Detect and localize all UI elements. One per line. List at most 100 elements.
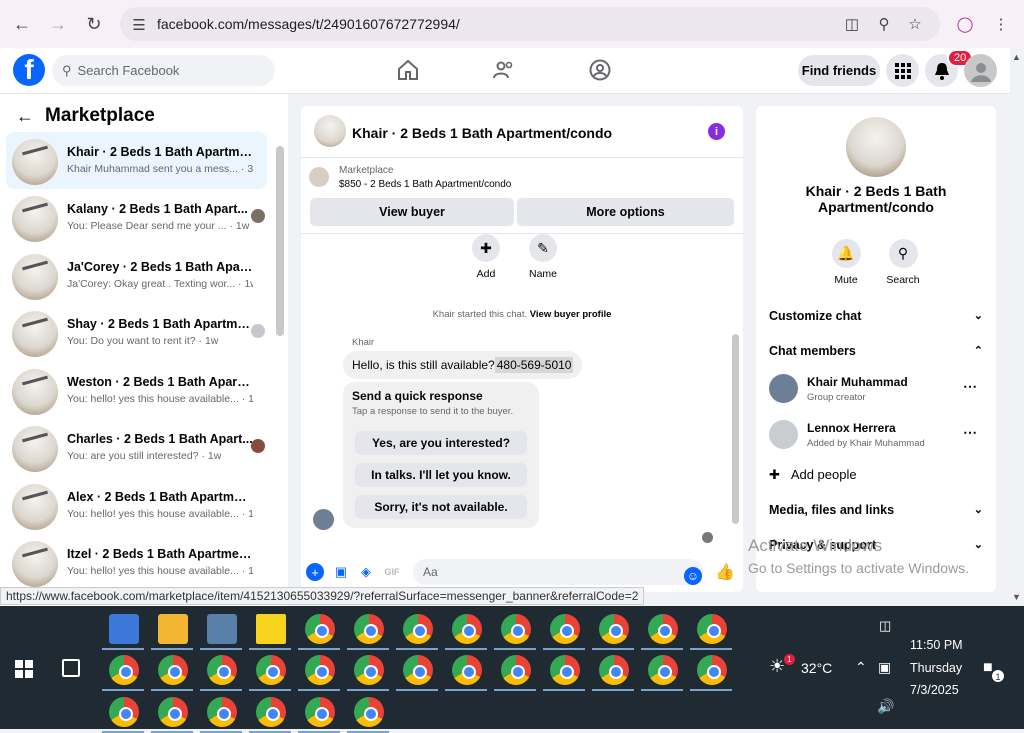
sticker-icon[interactable]: ◈ bbox=[357, 563, 375, 581]
chat-scrollbar[interactable] bbox=[732, 334, 739, 524]
camera-icon[interactable]: ◫ bbox=[879, 618, 891, 634]
add-person-action[interactable]: ✚ Add bbox=[461, 234, 511, 280]
profile-icon[interactable]: ◯ bbox=[956, 15, 974, 33]
chrome-icon[interactable] bbox=[354, 614, 384, 644]
chrome-icon[interactable] bbox=[648, 655, 678, 685]
customize-chat-section[interactable]: Customize chat ⌄ bbox=[769, 309, 983, 323]
home-icon[interactable] bbox=[396, 58, 420, 82]
search-action[interactable]: ⚲ Search bbox=[878, 239, 928, 286]
chrome-icon[interactable] bbox=[403, 655, 433, 685]
quick-response-button[interactable]: Yes, are you interested? bbox=[355, 431, 527, 455]
chrome-icon[interactable] bbox=[354, 655, 384, 685]
weather-icon[interactable]: ☀ bbox=[769, 656, 785, 677]
more-options-button[interactable]: More options bbox=[517, 198, 734, 226]
chrome-icon[interactable] bbox=[207, 655, 237, 685]
conversation-item[interactable]: Charles · 2 Beds 1 Bath Apart... You: ar… bbox=[6, 419, 267, 476]
more-options-icon[interactable]: ⋯ bbox=[963, 424, 977, 441]
gif-icon[interactable]: GIF bbox=[383, 563, 401, 581]
chrome-icon[interactable] bbox=[109, 655, 139, 685]
sidebar-scrollbar[interactable] bbox=[276, 146, 284, 336]
view-buyer-profile-link[interactable]: View buyer profile bbox=[530, 309, 612, 320]
conversation-item[interactable]: Kalany · 2 Beds 1 Bath Apart... You: Ple… bbox=[6, 189, 267, 246]
windows-start-icon[interactable] bbox=[15, 660, 33, 678]
volume-icon[interactable]: 🔊 bbox=[877, 698, 894, 715]
facebook-logo-icon[interactable]: f bbox=[13, 54, 45, 86]
search-input[interactable]: ⚲ Search Facebook bbox=[52, 55, 275, 86]
quick-response-button[interactable]: Sorry, it's not available. bbox=[355, 495, 527, 519]
chrome-icon[interactable] bbox=[354, 697, 384, 727]
groups-icon[interactable] bbox=[588, 58, 612, 82]
task-view-icon[interactable] bbox=[62, 659, 80, 677]
chrome-icon[interactable] bbox=[452, 655, 482, 685]
chrome-icon[interactable] bbox=[697, 655, 727, 685]
chrome-icon[interactable] bbox=[501, 655, 531, 685]
chrome-icon[interactable] bbox=[158, 697, 188, 727]
chrome-icon[interactable] bbox=[305, 614, 335, 644]
network-icon[interactable]: ▣ bbox=[878, 659, 891, 676]
chat-avatar[interactable] bbox=[314, 115, 346, 147]
friends-icon[interactable] bbox=[492, 58, 516, 82]
clock-time[interactable]: 11:50 PM bbox=[910, 638, 963, 652]
chat-title[interactable]: Khair · 2 Beds 1 Bath Apartment/condo bbox=[352, 125, 612, 141]
chrome-icon[interactable] bbox=[550, 655, 580, 685]
conversation-item[interactable]: Shay · 2 Beds 1 Bath Apartme... You: Do … bbox=[6, 304, 267, 361]
bookmark-star-icon[interactable]: ☆ bbox=[906, 15, 924, 33]
back-arrow-icon[interactable]: ← bbox=[16, 106, 34, 127]
chrome-icon[interactable] bbox=[256, 655, 286, 685]
clock-day[interactable]: Thursday bbox=[910, 661, 962, 675]
clock-date[interactable]: 7/3/2025 bbox=[910, 683, 959, 697]
chrome-icon[interactable] bbox=[207, 697, 237, 727]
more-options-icon[interactable]: ⋯ bbox=[963, 378, 977, 395]
chrome-icon[interactable] bbox=[599, 614, 629, 644]
chat-members-section[interactable]: Chat members ⌃ bbox=[769, 344, 983, 358]
menu-grid-icon[interactable] bbox=[886, 54, 919, 87]
mute-action[interactable]: 🔔 Mute bbox=[821, 239, 871, 286]
folder-icon[interactable] bbox=[158, 614, 188, 644]
thumbs-up-icon[interactable]: 👍 bbox=[715, 563, 735, 581]
site-info-icon[interactable]: ☰ bbox=[130, 16, 148, 34]
chrome-icon[interactable] bbox=[305, 697, 335, 727]
add-people-button[interactable]: ✚ Add people bbox=[769, 467, 983, 483]
conversation-item[interactable]: Itzel · 2 Beds 1 Bath Apartment/... You:… bbox=[6, 534, 267, 591]
info-icon[interactable]: i bbox=[708, 123, 725, 140]
chrome-icon[interactable] bbox=[256, 697, 286, 727]
tray-chevron-up-icon[interactable]: ⌃ bbox=[855, 659, 867, 676]
chrome-icon[interactable] bbox=[648, 614, 678, 644]
zoom-icon[interactable]: ⚲ bbox=[875, 15, 893, 33]
chrome-icon[interactable] bbox=[452, 614, 482, 644]
account-avatar[interactable] bbox=[964, 54, 997, 87]
view-buyer-button[interactable]: View buyer bbox=[310, 198, 514, 226]
chrome-icon[interactable] bbox=[109, 697, 139, 727]
file-explorer-icon[interactable] bbox=[109, 614, 139, 644]
back-icon[interactable]: ← bbox=[8, 10, 36, 38]
chrome-icon[interactable] bbox=[403, 614, 433, 644]
forward-icon[interactable]: → bbox=[44, 10, 72, 38]
address-bar[interactable]: ☰ facebook.com/messages/t/24901607672772… bbox=[120, 7, 940, 41]
sticky-notes-icon[interactable] bbox=[256, 614, 286, 644]
chrome-icon[interactable] bbox=[697, 614, 727, 644]
find-friends-button[interactable]: Find friends bbox=[798, 55, 880, 86]
chrome-icon[interactable] bbox=[305, 655, 335, 685]
chrome-icon[interactable] bbox=[599, 655, 629, 685]
member-item[interactable]: Khair Muhammad Group creator ⋯ bbox=[769, 374, 983, 408]
chrome-icon[interactable] bbox=[158, 655, 188, 685]
message-input[interactable]: Aa bbox=[413, 559, 703, 585]
emoji-icon[interactable]: ☺ bbox=[684, 567, 702, 585]
chrome-icon[interactable] bbox=[501, 614, 531, 644]
conversation-item[interactable]: Khair · 2 Beds 1 Bath Apartment... Khair… bbox=[6, 132, 267, 189]
page-scroll-down-icon[interactable]: ▼ bbox=[1012, 592, 1021, 602]
quick-response-button[interactable]: In talks. I'll let you know. bbox=[355, 463, 527, 487]
page-scroll-up-icon[interactable]: ▲ bbox=[1012, 52, 1021, 62]
photo-icon[interactable]: ▣ bbox=[332, 563, 350, 581]
install-app-icon[interactable]: ◫ bbox=[843, 15, 861, 33]
conversation-item[interactable]: Alex · 2 Beds 1 Bath Apartment/... You: … bbox=[6, 477, 267, 534]
conversation-item[interactable]: Weston · 2 Beds 1 Bath Apartm... You: he… bbox=[6, 362, 267, 419]
conversation-item[interactable]: Ja'Corey · 2 Beds 1 Bath Apartm... Ja'Co… bbox=[6, 247, 267, 304]
menu-kebab-icon[interactable]: ⋮ bbox=[992, 15, 1010, 33]
app-icon[interactable] bbox=[207, 614, 237, 644]
member-item[interactable]: Lennox Herrera Added by Khair Muhammad ⋯ bbox=[769, 420, 983, 454]
edit-name-action[interactable]: ✎ Name bbox=[518, 234, 568, 280]
chrome-icon[interactable] bbox=[550, 614, 580, 644]
reload-icon[interactable]: ↻ bbox=[80, 10, 108, 38]
media-files-section[interactable]: Media, files and links ⌄ bbox=[769, 503, 983, 517]
